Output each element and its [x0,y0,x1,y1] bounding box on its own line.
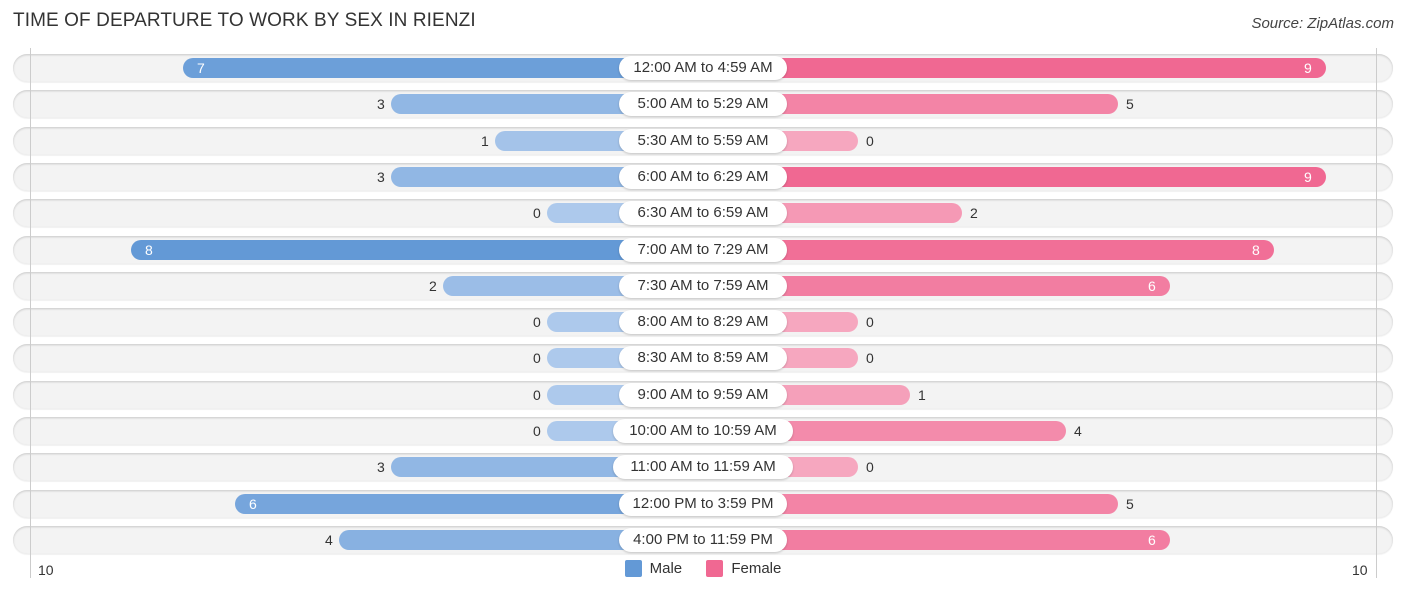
legend: Male Female [0,560,1406,581]
category-label: 12:00 PM to 3:59 PM [619,491,787,516]
category-label: 10:00 AM to 10:59 AM [613,419,793,443]
category-label: 9:00 AM to 9:59 AM [619,382,787,407]
category-label: 8:30 AM to 8:59 AM [619,346,787,371]
value-label-male: 4 [325,531,333,548]
value-label-female: 6 [1148,531,1156,548]
category-label: 5:30 AM to 5:59 AM [619,128,787,153]
category-label: 4:00 PM to 11:59 PM [619,527,787,552]
legend-swatch-female [706,560,724,577]
legend-swatch-male [624,560,642,577]
category-label: 7:30 AM to 7:59 AM [619,273,787,298]
bar-female [703,166,1326,187]
value-label-female: 0 [866,350,874,367]
category-label: 11:00 AM to 11:59 AM [613,455,793,480]
axis-line-left [30,48,31,578]
value-label-male: 1 [481,132,489,149]
value-label-male: 8 [145,241,153,258]
value-label-female: 0 [866,314,874,331]
value-label-female: 1 [918,386,926,403]
bar-male [131,239,703,260]
value-label-female: 5 [1126,495,1134,512]
value-label-female: 9 [1304,168,1312,185]
value-label-female: 4 [1074,423,1082,439]
value-label-male: 0 [533,386,541,403]
value-label-male: 3 [377,96,385,113]
value-label-male: 2 [429,277,437,294]
value-label-male: 3 [377,168,385,185]
legend-label-female: Female [731,560,782,577]
value-label-female: 0 [866,132,874,149]
legend-item-male[interactable]: Male [624,560,683,577]
value-label-female: 0 [866,459,874,476]
value-label-male: 0 [533,314,541,331]
value-label-female: 8 [1252,241,1260,258]
value-label-male: 0 [533,350,541,367]
category-label: 6:00 AM to 6:29 AM [619,164,787,189]
source-label: Source: ZipAtlas.com [1251,15,1394,32]
value-label-male: 7 [197,60,205,76]
category-label: 7:00 AM to 7:29 AM [619,237,787,262]
category-label: 8:00 AM to 8:29 AM [619,310,787,335]
value-label-female: 6 [1148,277,1156,294]
chart-title: TIME OF DEPARTURE TO WORK BY SEX IN RIEN… [13,10,476,31]
bar-female [703,239,1274,260]
legend-label-male: Male [649,560,683,577]
axis-line-right [1376,48,1377,578]
value-label-female: 2 [970,205,978,222]
category-label: 6:30 AM to 6:59 AM [619,201,787,226]
value-label-male: 6 [249,495,257,512]
value-label-male: 0 [533,205,541,222]
value-label-female: 5 [1126,96,1134,113]
category-label: 5:00 AM to 5:29 AM [619,92,787,117]
value-label-male: 3 [377,459,385,476]
legend-item-female[interactable]: Female [706,560,781,577]
value-label-female: 9 [1304,60,1312,76]
bar-female [703,58,1326,78]
category-label: 12:00 AM to 4:59 AM [619,56,787,80]
value-label-male: 0 [533,423,541,439]
